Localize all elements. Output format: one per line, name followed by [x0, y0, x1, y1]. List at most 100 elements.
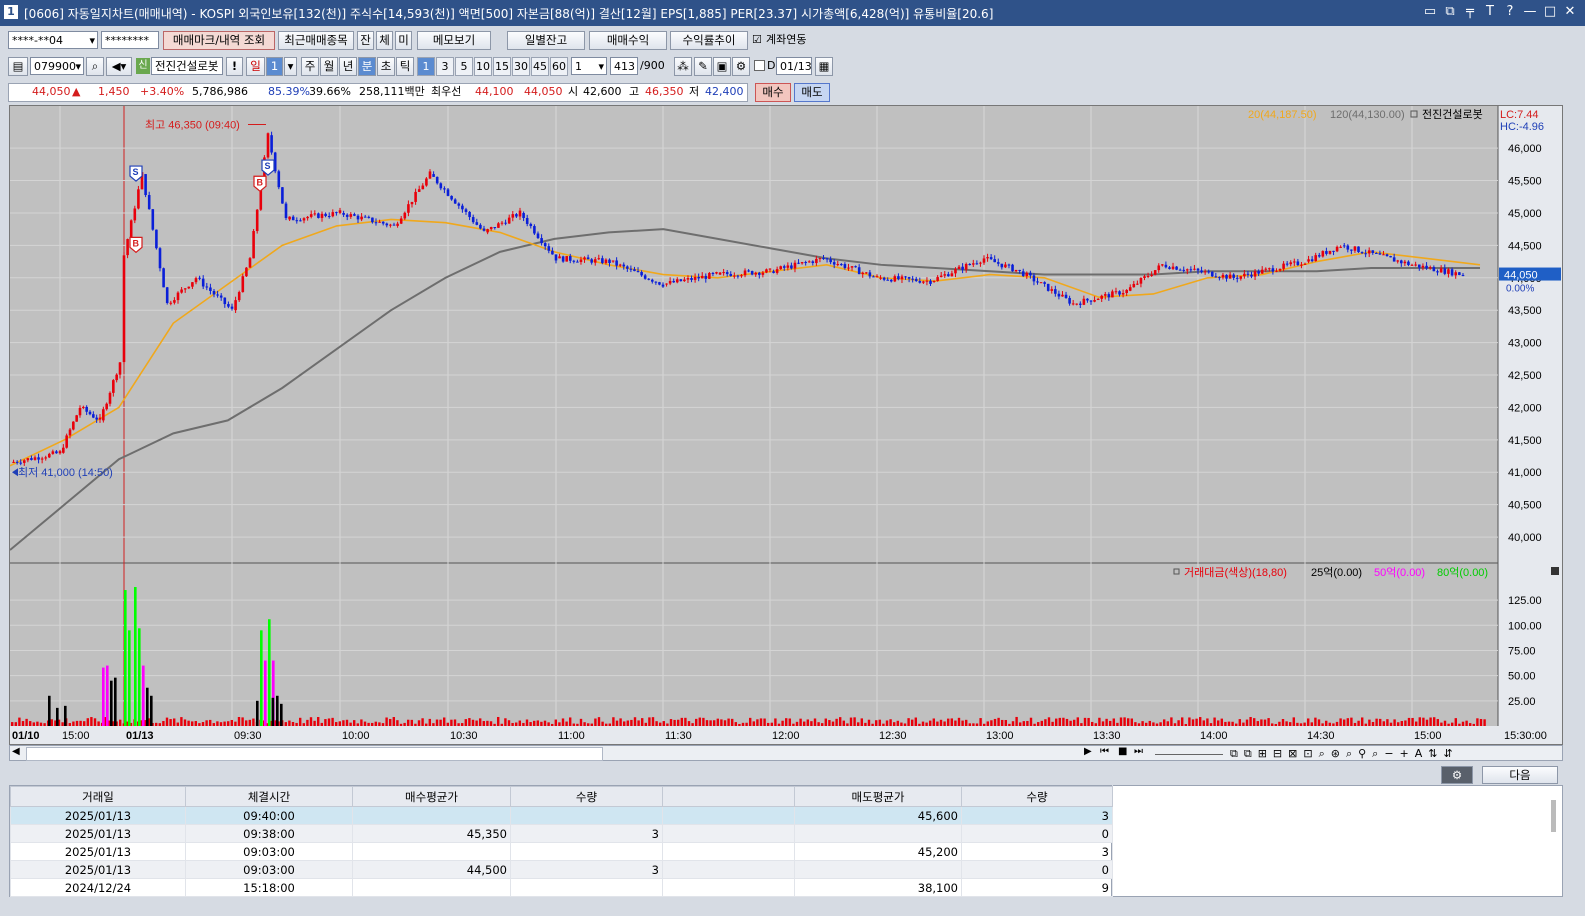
indicator-icon[interactable]: ⁂	[674, 57, 692, 76]
chart-scrollbar[interactable]: ◀ ▶ ⏮ ■ ⏭ ⧉⧉⊞⊟⊠⊡⌕⊛⌕⚲⌕−+A⇅⇵	[9, 745, 1563, 761]
candle-body	[205, 286, 209, 288]
next-button[interactable]: 다음	[1482, 766, 1558, 784]
col-buy-qty[interactable]: 수량	[510, 786, 663, 807]
chart-tool-icons[interactable]: ⧉⧉⊞⊟⊠⊡⌕⊛⌕⚲⌕−+A⇅⇵	[1230, 747, 1560, 761]
period-tick-button[interactable]: 틱	[396, 57, 414, 76]
table-row[interactable]: 2024/12/24 15:18:00 38,100 9	[10, 878, 1113, 897]
buy-button[interactable]: 매수	[755, 83, 791, 102]
minute-3-button[interactable]: 3	[436, 57, 454, 76]
zoom-slider[interactable]	[1155, 750, 1223, 755]
last-page-icon[interactable]: ⏭	[1134, 746, 1143, 757]
period-month-button[interactable]: 월	[320, 57, 338, 76]
candle-body	[187, 286, 191, 289]
table-scrollbar[interactable]	[1551, 800, 1556, 832]
candle-body	[78, 407, 82, 416]
table-row[interactable]: 2025/01/13 09:40:00 45,600 3	[10, 806, 1113, 825]
period-year-button[interactable]: 년	[339, 57, 357, 76]
balance-button[interactable]: 잔	[357, 31, 374, 50]
daily-balance-button[interactable]: 일별잔고	[507, 31, 585, 50]
col-sell-avg[interactable]: 매도평균가	[794, 786, 962, 807]
volume-bar	[716, 718, 719, 726]
date-input[interactable]: 01/13	[776, 57, 812, 75]
password-field[interactable]: ********	[101, 31, 159, 49]
trade-mark-query-button[interactable]: 매매마크/내역 조회	[163, 31, 275, 50]
sell-button[interactable]: 매도	[794, 83, 830, 102]
volume-bar	[169, 719, 172, 726]
volume-bar	[1055, 718, 1058, 726]
return-trend-button[interactable]: 수익률추이	[670, 31, 748, 50]
gear-icon[interactable]: ⚙	[732, 57, 750, 76]
font-icon[interactable]: T	[1483, 4, 1497, 19]
calendar-icon[interactable]: ▦	[815, 57, 833, 76]
unfilled-button[interactable]: 미	[395, 31, 412, 50]
settings-button[interactable]: ⚙	[1441, 766, 1473, 784]
account-link-checkbox[interactable]: ☑	[752, 31, 762, 49]
code-list-icon[interactable]: ▤	[8, 57, 28, 76]
layout-icon[interactable]: ▭	[1423, 4, 1437, 19]
recent-trades-button[interactable]: 최근매매종목	[278, 31, 354, 50]
date-checkbox[interactable]	[754, 60, 765, 71]
minute-60-button[interactable]: 60	[550, 57, 568, 76]
speaker-icon[interactable]: ◀▾	[106, 57, 132, 76]
period-count-button[interactable]: 1	[266, 57, 283, 76]
volume-bar	[1181, 717, 1184, 726]
minute-5-button[interactable]: 5	[455, 57, 473, 76]
volume-bar	[695, 718, 698, 726]
sell-avg: 45,200	[794, 842, 962, 861]
minute-45-button[interactable]: 45	[531, 57, 549, 76]
col-buy-avg[interactable]: 매수평균가	[352, 786, 511, 807]
chart-area[interactable]: 01/10 15:00 01/13 09:30 10:00 10:30 11:00 11:30…	[9, 105, 1563, 745]
scroll-thumb[interactable]	[26, 747, 603, 761]
filled-button[interactable]: 체	[376, 31, 393, 50]
maximize-button[interactable]: □	[1543, 4, 1557, 19]
memo-view-button[interactable]: 메모보기	[417, 31, 491, 50]
candle-body	[353, 214, 356, 216]
minute-15-button[interactable]: 15	[493, 57, 511, 76]
close-button[interactable]: ✕	[1563, 4, 1577, 19]
col-exec-time[interactable]: 체결시간	[185, 786, 353, 807]
period-second-button[interactable]: 초	[377, 57, 395, 76]
count-select[interactable]: 1 ▾	[571, 57, 607, 75]
save-icon[interactable]: ▣	[713, 57, 731, 76]
scroll-left-icon[interactable]: ◀	[12, 746, 20, 757]
period-dropdown[interactable]: ▾	[284, 57, 297, 76]
table-row[interactable]: 2025/01/13 09:03:00 44,500 3 0	[10, 860, 1113, 879]
help-icon[interactable]: ?	[1503, 4, 1517, 19]
count-input[interactable]: 413	[610, 57, 638, 75]
candle-body	[421, 185, 425, 190]
period-minute-button[interactable]: 분	[358, 57, 376, 76]
volume-bar	[709, 720, 712, 726]
account-select[interactable]: ****-**04 ▾	[8, 31, 98, 49]
stop-icon[interactable]: ■	[1118, 746, 1127, 757]
period-day-button[interactable]: 일	[246, 57, 265, 76]
minute-30-button[interactable]: 30	[512, 57, 530, 76]
minimize-button[interactable]: —	[1523, 4, 1537, 19]
col-trade-date[interactable]: 거래일	[10, 786, 186, 807]
volume-bar	[48, 695, 51, 726]
volume-bar	[248, 719, 251, 726]
warning-button[interactable]: !	[226, 57, 243, 76]
first-page-icon[interactable]: ⏮	[1100, 746, 1109, 757]
candle-body	[270, 135, 273, 153]
candle-body	[1036, 281, 1039, 283]
table-row[interactable]: 2025/01/13 09:03:00 45,200 3	[10, 842, 1113, 861]
minute-10-button[interactable]: 10	[474, 57, 492, 76]
trade-profit-button[interactable]: 매매수익	[589, 31, 667, 50]
volume-bar	[1238, 719, 1241, 726]
pin-icon[interactable]: ╤	[1463, 4, 1477, 19]
copy-window-icon[interactable]: ⧉	[1443, 4, 1457, 19]
col-sell-qty[interactable]: 수량	[961, 786, 1113, 807]
search-icon[interactable]: ⌕	[86, 57, 104, 76]
volume-bar	[1271, 723, 1274, 726]
volume-bar	[173, 718, 176, 726]
period-week-button[interactable]: 주	[301, 57, 319, 76]
price-chart[interactable]: 01/10 15:00 01/13 09:30 10:00 10:30 11:00 11:30…	[10, 106, 1562, 744]
stock-code-input[interactable]: 079900 ▾	[30, 57, 84, 75]
scroll-right-icon[interactable]: ▶	[1084, 746, 1092, 757]
table-row[interactable]: 2025/01/13 09:38:00 45,350 3 0	[10, 824, 1113, 843]
stock-name[interactable]: 전진건설로봇	[151, 57, 223, 75]
candle-body	[1275, 270, 1278, 272]
volume-bar	[1029, 717, 1033, 726]
minute-1-button[interactable]: 1	[417, 57, 435, 76]
draw-tool-icon[interactable]: ✎	[694, 57, 712, 76]
